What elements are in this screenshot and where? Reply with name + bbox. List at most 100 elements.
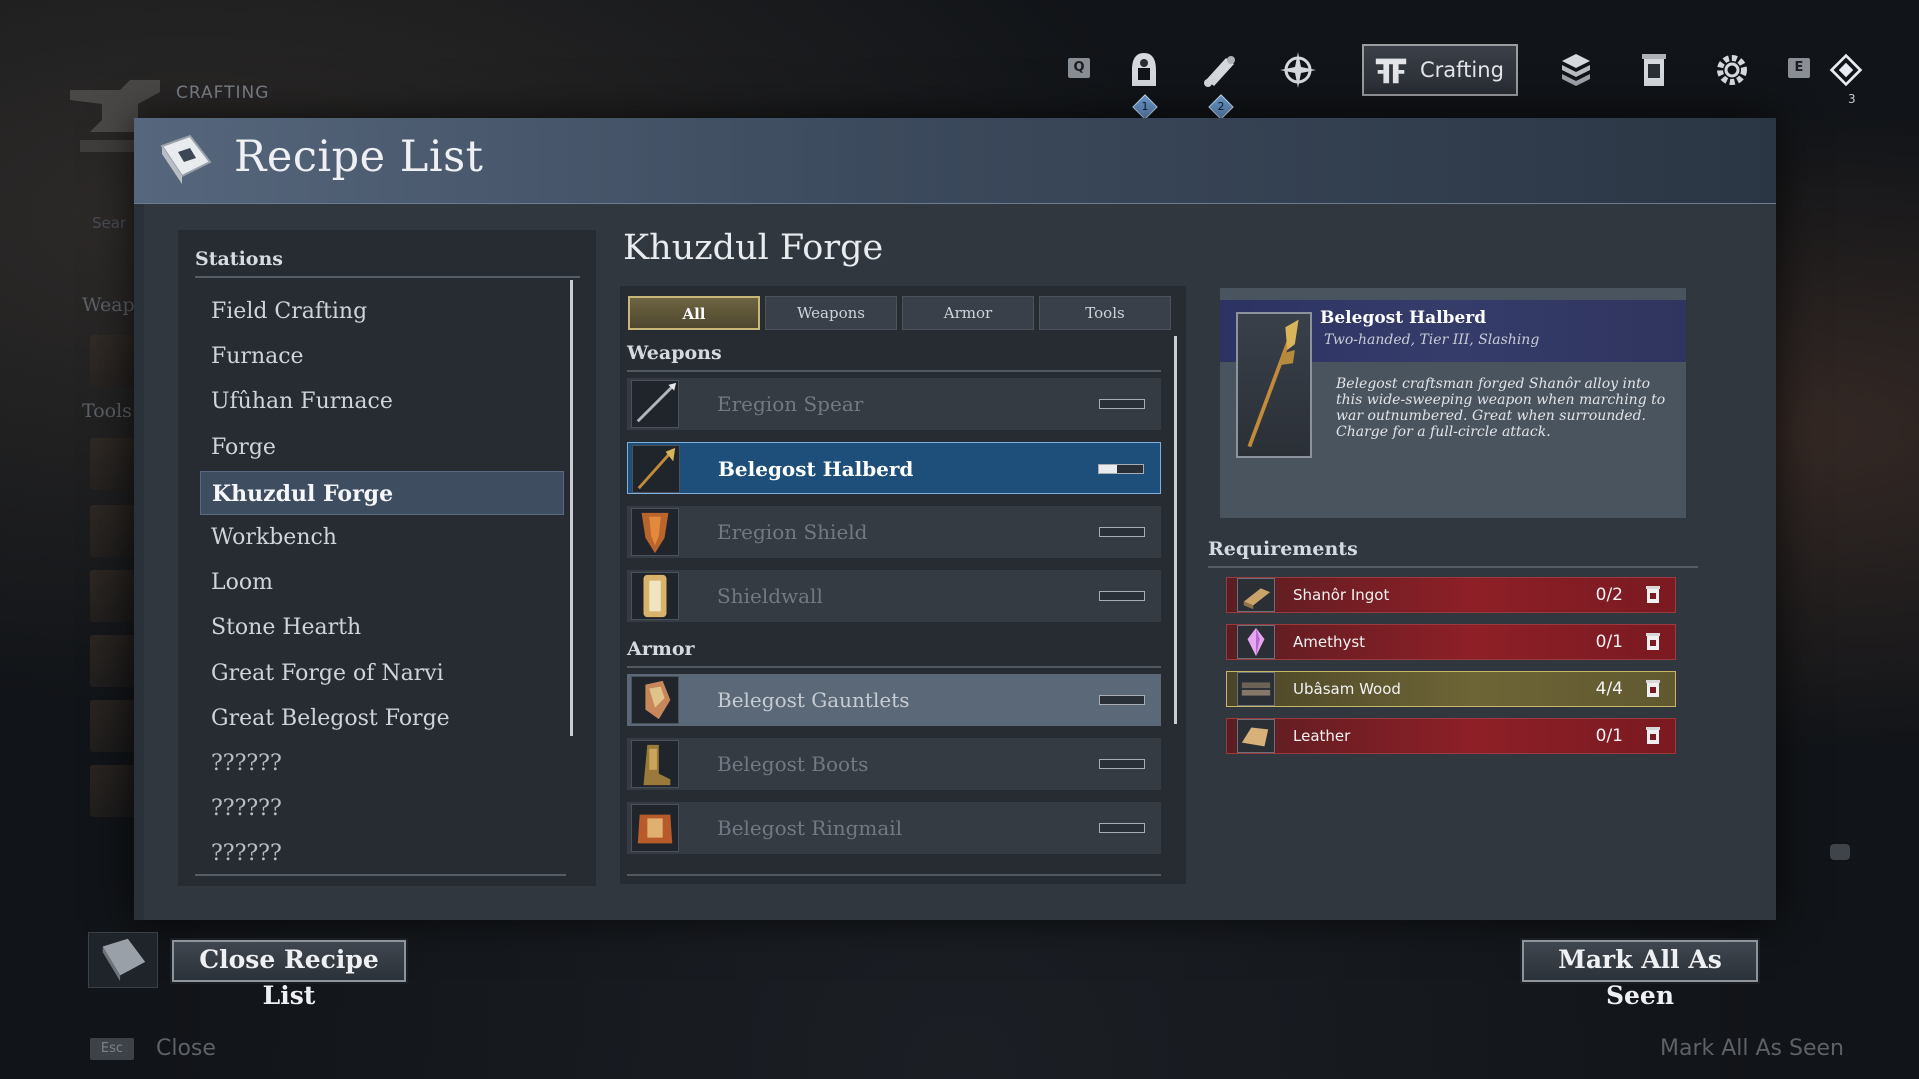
- recipe-item[interactable]: Shieldwall: [627, 570, 1161, 622]
- filter-tab[interactable]: Weapons: [765, 296, 897, 330]
- recipe-name: Shieldwall: [717, 584, 823, 608]
- requirement-count: 0/1: [1595, 726, 1623, 746]
- recipe-progress-bar: [1099, 591, 1145, 601]
- scroll-icon[interactable]: [1198, 48, 1242, 92]
- station-item[interactable]: Stone Hearth: [200, 606, 564, 650]
- station-item[interactable]: Furnace: [200, 335, 564, 379]
- recipe-progress-bar: [1099, 759, 1145, 769]
- requirement-name: Shanôr Ingot: [1293, 586, 1390, 604]
- background-close-label: Close: [156, 1036, 216, 1061]
- requirement-count: 0/2: [1595, 585, 1623, 605]
- divider: [627, 370, 1161, 372]
- recipe-thumbnail: [631, 508, 679, 556]
- waypoint-count: 3: [1848, 92, 1856, 106]
- waypoint-icon[interactable]: [1828, 48, 1864, 92]
- station-item[interactable]: Great Belegost Forge: [200, 697, 564, 741]
- storage-icon: [1643, 726, 1663, 746]
- station-item[interactable]: Khuzdul Forge: [200, 470, 564, 515]
- requirement-thumbnail: [1237, 625, 1275, 659]
- requirement-thumbnail: [1237, 578, 1275, 612]
- requirements-title: Requirements: [1208, 538, 1358, 560]
- recipe-item[interactable]: Eregion Shield: [627, 506, 1161, 558]
- background-section-label: CRAFTING: [176, 83, 270, 103]
- detail-item-description: Belegost craftsman forged Shanôr alloy i…: [1336, 376, 1666, 440]
- filter-tabs: All Weapons Armor Tools: [628, 296, 1171, 330]
- panel-header: Recipe List: [134, 118, 1776, 204]
- compass-icon[interactable]: [1276, 48, 1320, 92]
- close-recipe-list-button[interactable]: Close Recipe List: [170, 938, 408, 1010]
- background-category: Tools: [82, 400, 132, 422]
- recipe-item[interactable]: Belegost Halberd: [627, 442, 1161, 494]
- gear-icon[interactable]: [1710, 48, 1754, 92]
- stations-title: Stations: [195, 248, 283, 270]
- tab-crafting[interactable]: Crafting: [1362, 44, 1518, 96]
- storage-icon: [1643, 679, 1663, 699]
- station-item[interactable]: Ufûhan Furnace: [200, 380, 564, 424]
- recipe-item[interactable]: Eregion Spear: [627, 378, 1161, 430]
- recipes-list: All Weapons Armor Tools Weapons Eregion Spea…: [620, 286, 1186, 884]
- crafting-icon: [1375, 58, 1407, 84]
- tab-crafting-label: Crafting: [1420, 58, 1504, 82]
- filter-tab[interactable]: Armor: [902, 296, 1034, 330]
- requirement-name: Amethyst: [1293, 633, 1366, 651]
- mark-all-as-seen-button[interactable]: Mark All As Seen: [1520, 938, 1760, 1010]
- recipe-progress-bar: [1099, 527, 1145, 537]
- recipe-thumbnail: [631, 572, 679, 620]
- divider: [627, 874, 1161, 876]
- key-hint-e: E: [1788, 58, 1810, 78]
- recipes-scrollbar[interactable]: [1174, 336, 1177, 724]
- station-item[interactable]: ??????: [200, 787, 564, 831]
- stations-scrollbar[interactable]: [570, 280, 573, 736]
- blocks-icon[interactable]: [1554, 48, 1598, 92]
- station-item[interactable]: Great Forge of Narvi: [200, 652, 564, 696]
- recipe-progress-bar: [1099, 399, 1145, 409]
- filter-tab[interactable]: All: [628, 296, 760, 330]
- detail-item-subtitle: Two-handed, Tier III, Slashing: [1324, 332, 1540, 348]
- storage-icon: [1643, 632, 1663, 652]
- divider: [195, 276, 580, 278]
- filter-tab[interactable]: Tools: [1039, 296, 1171, 330]
- station-item[interactable]: Workbench: [200, 516, 564, 560]
- top-menu-bar: Q 1 2 Crafting E 3: [1060, 44, 1863, 120]
- recipe-thumbnail: [631, 740, 679, 788]
- requirement-thumbnail: [1237, 719, 1275, 753]
- divider: [195, 874, 566, 876]
- recipe-thumbnail: [632, 445, 680, 493]
- recipe-item[interactable]: Belegost Boots: [627, 738, 1161, 790]
- key-hint-esc: Esc: [90, 1038, 134, 1060]
- requirement-count: 0/1: [1595, 632, 1623, 652]
- recipe-progress-bar: [1098, 464, 1144, 474]
- background-category: Weap: [82, 294, 135, 316]
- footer-book-icon: [88, 932, 158, 988]
- station-item[interactable]: Loom: [200, 561, 564, 605]
- station-item[interactable]: ??????: [200, 742, 564, 786]
- recipe-item[interactable]: Belegost Gauntlets: [627, 674, 1161, 726]
- halberd-image: [1236, 312, 1312, 458]
- character-icon[interactable]: [1122, 48, 1166, 92]
- divider: [627, 666, 1161, 668]
- requirement-count: 4/4: [1595, 679, 1623, 699]
- lantern-icon[interactable]: [1632, 48, 1676, 92]
- recipe-name: Belegost Ringmail: [717, 816, 903, 840]
- detail-item-name: Belegost Halberd: [1320, 308, 1487, 328]
- station-item[interactable]: Forge: [200, 426, 564, 470]
- key-hint-q: Q: [1068, 58, 1090, 78]
- requirement-name: Leather: [1293, 727, 1351, 745]
- recipe-name: Belegost Boots: [717, 752, 869, 776]
- recipe-name: Eregion Shield: [717, 520, 868, 544]
- panel-title: Recipe List: [234, 132, 484, 182]
- storage-icon: [1643, 585, 1663, 605]
- recipe-thumbnail: [631, 804, 679, 852]
- station-item[interactable]: ??????: [200, 832, 564, 876]
- recipe-progress-bar: [1099, 823, 1145, 833]
- recipe-name: Eregion Spear: [717, 392, 864, 416]
- background-mark-label: Mark All As Seen: [1660, 1036, 1844, 1061]
- recipe-thumbnail: [631, 380, 679, 428]
- recipe-section-title: Weapons: [627, 342, 722, 364]
- station-title: Khuzdul Forge: [623, 228, 884, 268]
- recipe-item[interactable]: Belegost Ringmail: [627, 802, 1161, 854]
- divider: [1208, 566, 1698, 568]
- chat-icon[interactable]: [1830, 844, 1850, 860]
- station-item[interactable]: Field Crafting: [200, 290, 564, 334]
- recipe-thumbnail: [631, 676, 679, 724]
